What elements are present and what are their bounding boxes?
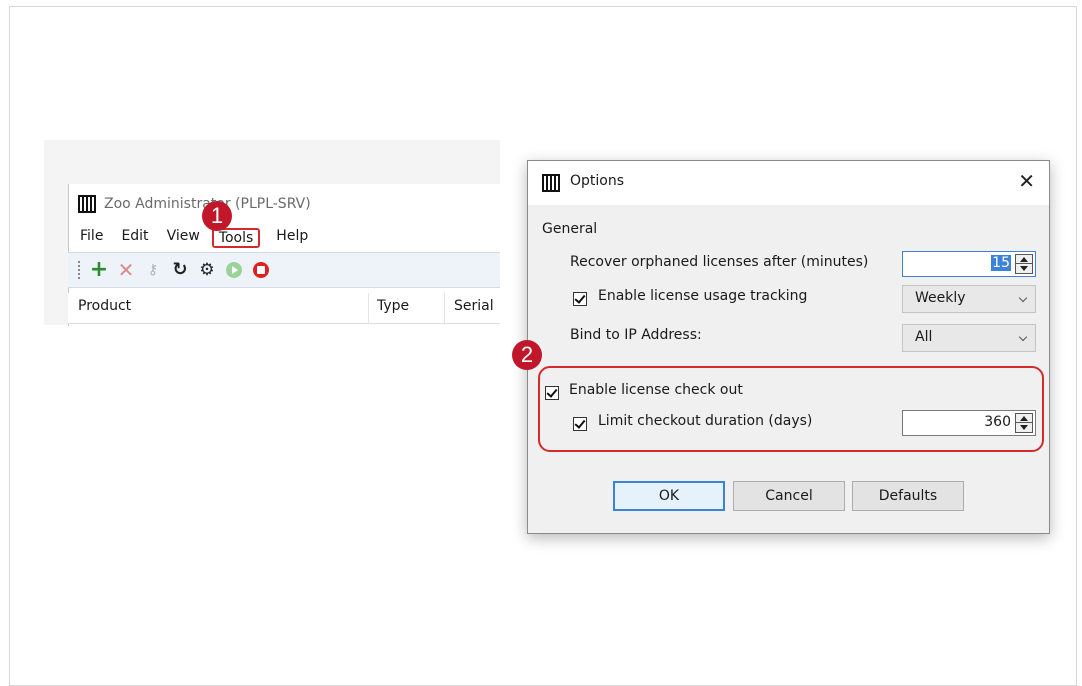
column-divider[interactable] [368,293,369,323]
recover-label: Recover orphaned licenses after (minutes… [570,254,869,270]
limit-duration-label: Limit checkout duration (days) [598,413,813,429]
bind-ip-select[interactable]: All [902,324,1036,352]
menu-file[interactable]: File [78,228,105,248]
defaults-button[interactable]: Defaults [852,481,964,511]
section-general-label: General [542,221,598,237]
menu-bar: File Edit View Tools Help [78,228,310,248]
menu-help[interactable]: Help [274,228,310,248]
bind-ip-value: All [915,329,933,345]
chevron-down-icon [1018,293,1028,303]
column-type[interactable]: Type [377,298,409,314]
checkout-highlight-box [538,366,1044,452]
product-table-header: Product Type Serial [68,293,500,324]
tracking-label: Enable license usage tracking [598,288,808,304]
cancel-button[interactable]: Cancel [733,481,845,511]
column-divider[interactable] [444,293,445,323]
delete-icon[interactable]: ✕ [118,260,135,280]
spinner-arrows-icon[interactable] [1015,254,1033,274]
app-icon [78,195,96,213]
dialog-titlebar: Options ✕ [528,161,1049,205]
chevron-down-icon [1018,332,1028,342]
recover-minutes-value: 15 [991,255,1011,271]
start-icon[interactable] [226,262,242,278]
main-window-titlebar: Zoo Administrator (PLPL-SRV) [78,192,311,216]
stop-icon[interactable] [253,262,269,278]
tracking-period-value: Weekly [915,290,966,306]
gear-icon[interactable]: ⚙ [199,262,215,279]
menu-edit[interactable]: Edit [119,228,150,248]
options-dialog: Options ✕ General Recover orphaned licen… [527,160,1050,534]
dialog-title: Options [570,173,625,189]
close-icon[interactable]: ✕ [1018,169,1035,193]
tracking-period-select[interactable]: Weekly [902,285,1036,313]
recover-minutes-spinner[interactable]: 15 [902,251,1036,277]
checkout-label: Enable license check out [569,382,743,398]
add-icon[interactable]: + [90,259,108,281]
limit-duration-checkbox[interactable] [573,417,587,431]
limit-duration-spinner[interactable]: 360 [902,410,1036,436]
app-icon [542,174,560,192]
key-icon[interactable]: ⚷ [145,262,161,278]
menu-view[interactable]: View [165,228,202,248]
column-serial[interactable]: Serial [454,298,494,314]
step-badge-2: 2 [512,340,542,370]
toolbar-grip[interactable] [78,261,80,279]
menu-tools[interactable]: Tools [211,228,261,248]
refresh-icon[interactable]: ↻ [172,261,188,279]
tracking-checkbox[interactable] [573,292,587,306]
checkout-checkbox[interactable] [545,386,559,400]
toolbar: + ✕ ⚷ ↻ ⚙ [68,252,500,288]
column-product[interactable]: Product [78,298,131,314]
limit-duration-value: 360 [984,414,1011,430]
bind-ip-label: Bind to IP Address: [570,327,702,343]
spinner-arrows-icon[interactable] [1015,413,1033,433]
step-badge-1: 1 [202,201,232,231]
ok-button[interactable]: OK [613,481,725,511]
